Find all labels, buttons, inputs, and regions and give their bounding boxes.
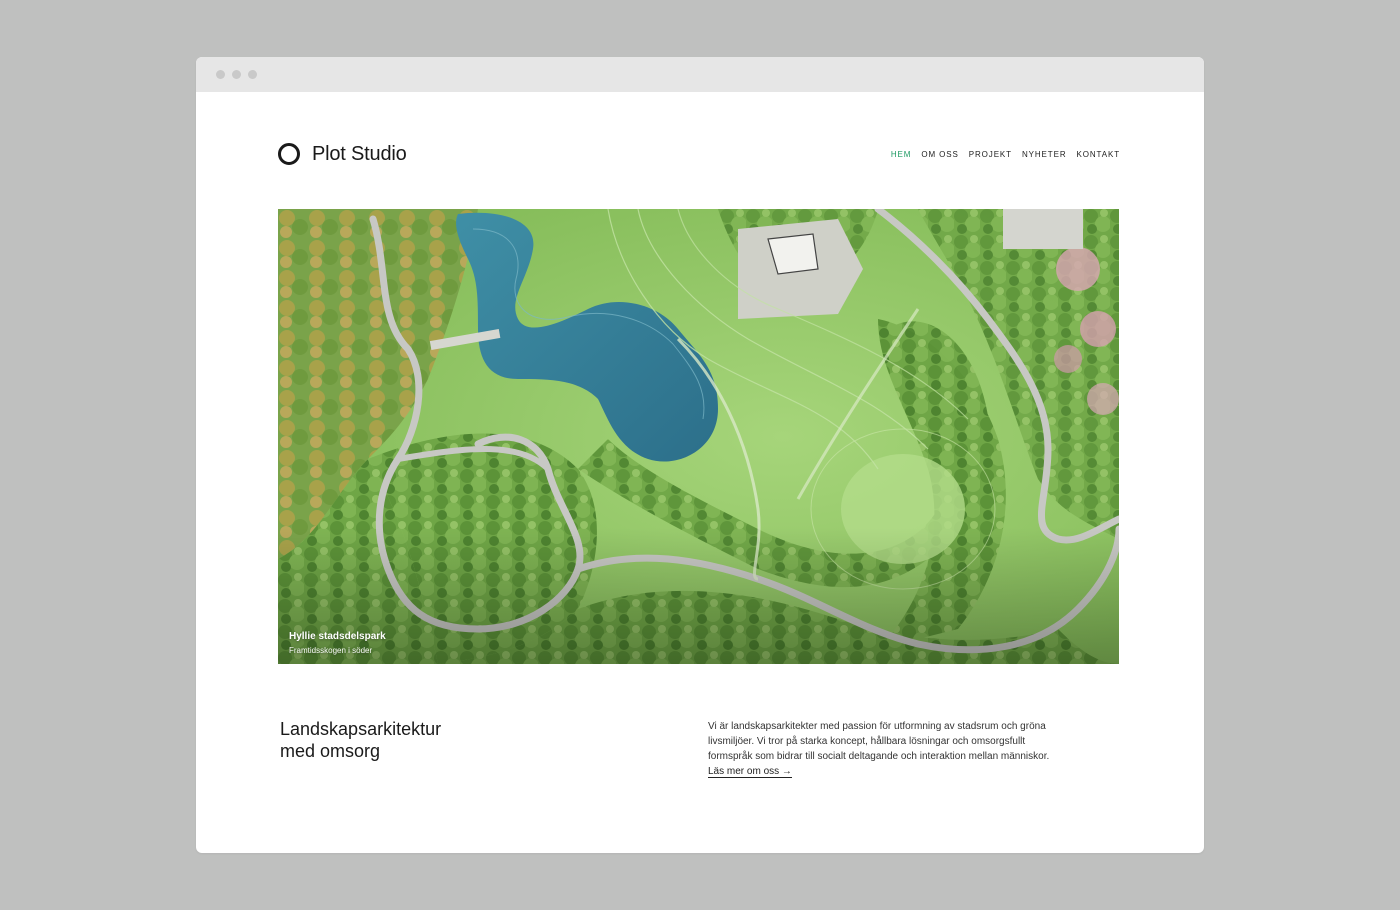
site-header: Plot Studio HEM OM OSS PROJEKT NYHETER K… — [278, 139, 1120, 169]
hero-project-subtitle: Framtidsskogen i söder — [289, 646, 373, 655]
tagline-line-2: med omsorg — [280, 741, 381, 761]
read-more-label: Läs mer om oss — [708, 766, 780, 777]
about-paragraph: Vi är landskapsarkitekter med passion fö… — [708, 719, 1054, 779]
browser-window: Plot Studio HEM OM OSS PROJEKT NYHETER K… — [196, 57, 1204, 853]
circle-logo-icon — [278, 143, 300, 165]
nav-item-om-oss[interactable]: OM OSS — [921, 150, 958, 159]
browser-titlebar — [196, 57, 1204, 92]
nav-item-projekt[interactable]: PROJEKT — [969, 150, 1012, 159]
park-plan-illustration — [278, 209, 1119, 664]
nav-item-hem[interactable]: HEM — [891, 150, 911, 159]
logo-text: Plot Studio — [312, 142, 407, 165]
nav-item-nyheter[interactable]: NYHETER — [1022, 150, 1067, 159]
main-nav: HEM OM OSS PROJEKT NYHETER KONTAKT — [891, 150, 1120, 159]
window-close-dot[interactable] — [216, 70, 225, 79]
hero-caption: Hyllie stadsdelspark Framtidsskogen i sö… — [289, 631, 386, 655]
tagline-line-1: Landskapsarkitektur — [280, 719, 442, 739]
nav-item-kontakt[interactable]: KONTAKT — [1077, 150, 1121, 159]
site-logo[interactable]: Plot Studio — [278, 143, 407, 166]
window-minimize-dot[interactable] — [232, 70, 241, 79]
window-maximize-dot[interactable] — [248, 70, 257, 79]
hero-image[interactable]: Hyllie stadsdelspark Framtidsskogen i sö… — [278, 209, 1119, 664]
about-text: Vi är landskapsarkitekter med passion fö… — [708, 721, 1050, 762]
hero-project-title: Hyllie stadsdelspark — [289, 631, 386, 642]
page-tagline: Landskapsarkitektur med omsorg — [280, 718, 580, 762]
arrow-right-icon: → — [781, 766, 792, 777]
read-more-link[interactable]: Läs mer om oss → — [708, 766, 792, 778]
